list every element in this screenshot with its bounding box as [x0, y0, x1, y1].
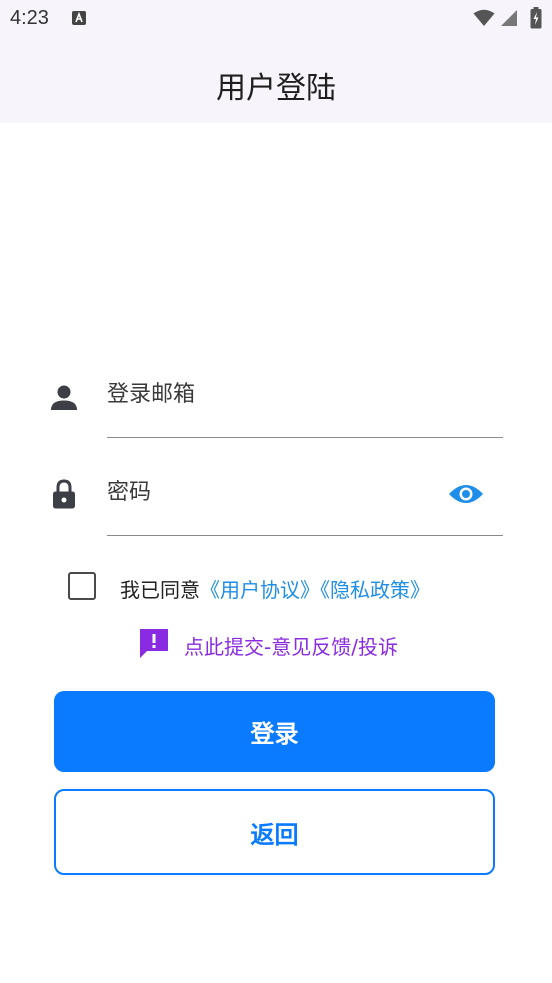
user-agreement-link[interactable]: 《用户协议》	[200, 578, 320, 602]
battery-icon	[530, 7, 542, 29]
person-icon	[51, 385, 77, 410]
feedback-icon	[140, 629, 168, 658]
agreement-row: 我已同意《用户协议》《隐私政策》	[68, 572, 508, 602]
email-input[interactable]	[107, 382, 437, 407]
feedback-label: 点此提交-意见反馈/投诉	[184, 635, 398, 659]
a-notification-icon	[72, 11, 86, 25]
agreement-text: 我已同意《用户协议》《隐私政策》	[120, 574, 430, 603]
agreement-checkbox[interactable]	[68, 572, 96, 600]
password-underline	[107, 535, 503, 536]
status-time: 4:23	[10, 7, 49, 29]
feedback-link[interactable]: 点此提交-意见反馈/投诉	[137, 626, 457, 660]
email-field	[48, 370, 503, 438]
back-button[interactable]: 返回	[54, 789, 495, 875]
signal-icon	[501, 10, 517, 26]
password-field	[48, 468, 503, 536]
privacy-policy-link[interactable]: 《隐私政策》	[320, 578, 430, 602]
lock-icon	[53, 479, 75, 509]
password-input[interactable]	[107, 480, 437, 505]
eye-icon[interactable]	[448, 480, 484, 508]
wifi-icon	[473, 9, 495, 26]
status-bar: 4:23	[0, 0, 552, 38]
email-underline	[107, 437, 503, 438]
login-screen: 4:23 用户登陆 登录邮箱 我已同意《用户协议》《隐私政策》 点此提交-意见反…	[0, 0, 552, 983]
login-button[interactable]: 登录	[54, 691, 495, 772]
page-title: 用户登陆	[216, 71, 336, 106]
agreement-prefix: 我已同意	[120, 578, 200, 602]
app-bar: 用户登陆	[0, 38, 552, 123]
